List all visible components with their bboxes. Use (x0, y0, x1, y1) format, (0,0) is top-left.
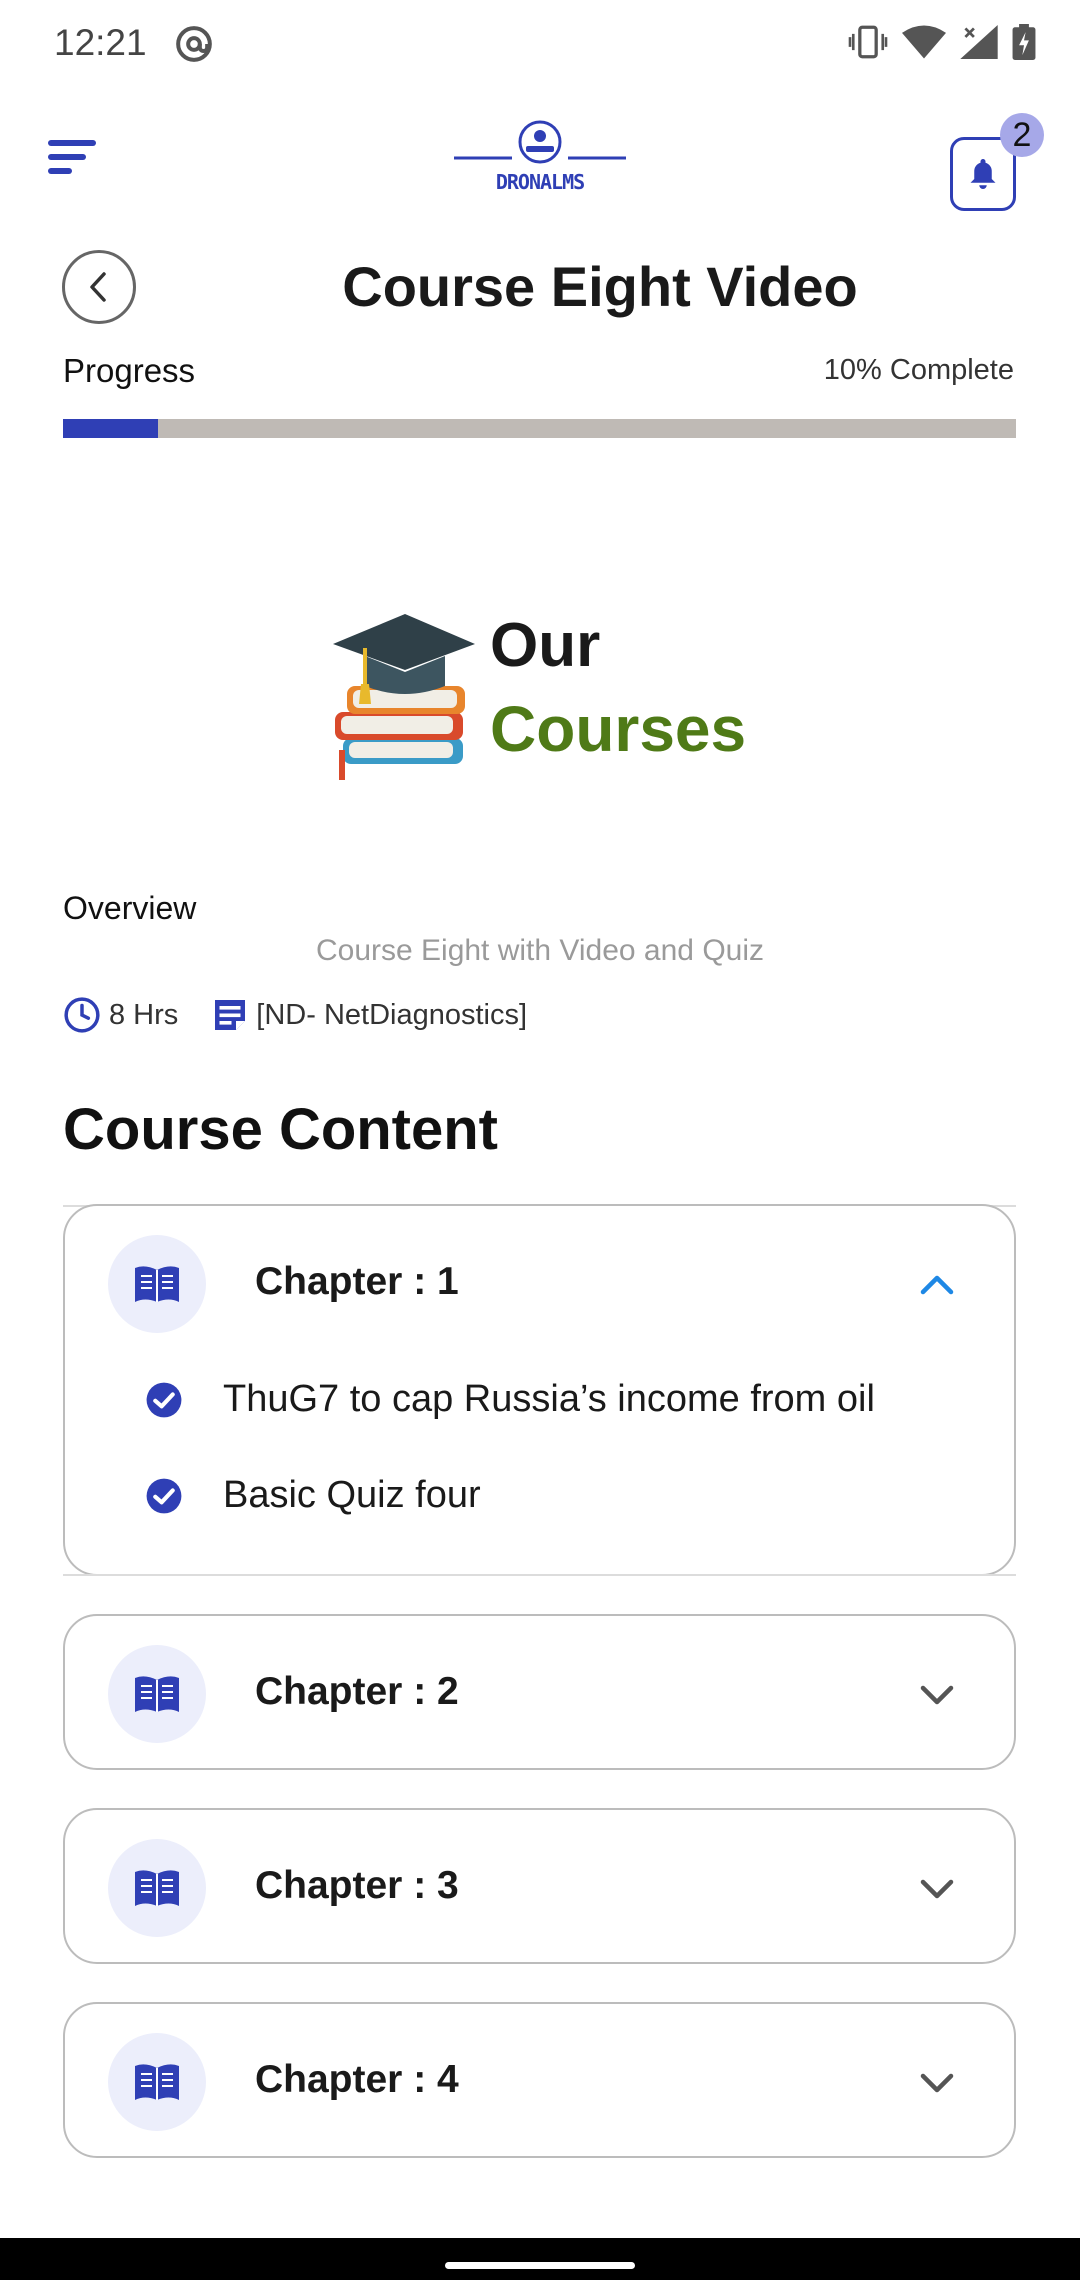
status-bar: 12:21 (0, 0, 1080, 92)
chapter-2-header[interactable]: Chapter : 2 (65, 1616, 1014, 1772)
chevron-down-icon[interactable] (915, 2060, 959, 2104)
progress-percent: 10% Complete (823, 354, 1014, 386)
hero-text-our: Our (490, 611, 601, 680)
overview-label: Overview (63, 890, 197, 926)
chevron-left-icon (90, 272, 106, 302)
chevron-down-icon[interactable] (915, 1866, 959, 1910)
progress-fill (63, 419, 159, 438)
lesson-item[interactable]: ThuG7 to cap Russia’s income from oil (145, 1378, 875, 1421)
system-icons (848, 24, 1036, 60)
wifi-icon (902, 25, 946, 59)
course-meta: 8 Hrs [ND- NetDiagnostics] (63, 996, 527, 1034)
chapter-icon-bg (108, 1235, 206, 1333)
signal-icon (960, 25, 998, 59)
status-time: 12:21 (54, 22, 147, 63)
chapter-3-label: Chapter : 3 (255, 1864, 459, 1907)
chapter-3-header[interactable]: Chapter : 3 (65, 1810, 1014, 1966)
notification-badge: 2 (1000, 113, 1044, 157)
chapter-2-label: Chapter : 2 (255, 1670, 459, 1713)
progress-bar (63, 419, 1016, 438)
logo-text: DRONALMS (495, 170, 585, 194)
check-circle-icon (146, 1382, 182, 1417)
chevron-up-icon[interactable] (915, 1262, 959, 1306)
check-circle-icon (146, 1478, 182, 1513)
progress-label: Progress (63, 352, 196, 389)
clock-icon (64, 997, 100, 1033)
bell-icon (970, 159, 996, 189)
course-content-title: Course Content (63, 1097, 498, 1162)
book-open-icon (135, 1676, 179, 1712)
hero-text-courses: Courses (490, 693, 747, 765)
book-open-icon (135, 1266, 179, 1302)
course-description: Course Eight with Video and Quiz (315, 934, 765, 967)
vibrate-icon (848, 25, 888, 59)
back-button[interactable] (62, 250, 136, 324)
chapter-4-card[interactable]: Chapter : 4 (63, 2002, 1016, 2158)
chapter-4-header[interactable]: Chapter : 4 (65, 2004, 1014, 2160)
page-title: Course Eight Video (342, 255, 858, 318)
lesson-title: ThuG7 to cap Russia’s income from oil (223, 1378, 875, 1420)
graduation-books-icon (333, 614, 475, 780)
book-open-icon (135, 2064, 179, 2100)
chapter-icon-bg (108, 1645, 206, 1743)
app-logo: DRONALMS (450, 118, 630, 198)
category-info: [ND- NetDiagnostics] (212, 997, 527, 1033)
chapter-icon-bg (108, 1839, 206, 1937)
course-hero-image: Our Courses (325, 600, 785, 780)
duration-text: 8 Hrs (109, 998, 179, 1031)
lesson-title: Basic Quiz four (223, 1474, 481, 1516)
lesson-item[interactable]: Basic Quiz four (145, 1474, 481, 1517)
divider (63, 1574, 1016, 1576)
chevron-down-icon[interactable] (915, 1672, 959, 1716)
chapter-1-card: Chapter : 1 ThuG7 to cap Russia’s income… (63, 1204, 1016, 1576)
chapter-1-label: Chapter : 1 (255, 1260, 459, 1303)
battery-charging-icon (1012, 24, 1036, 60)
note-icon (215, 1000, 246, 1030)
duration-info: 8 Hrs (63, 996, 178, 1034)
chapter-icon-bg (108, 2033, 206, 2131)
book-open-icon (135, 1870, 179, 1906)
at-sign-icon (176, 26, 212, 62)
category-text: [ND- NetDiagnostics] (256, 998, 528, 1031)
chapter-4-label: Chapter : 4 (255, 2058, 459, 2101)
menu-icon[interactable] (44, 132, 114, 182)
system-nav-bar (0, 2238, 1080, 2280)
chapter-1-header[interactable]: Chapter : 1 (65, 1206, 1014, 1362)
home-gesture-handle[interactable] (445, 2262, 635, 2269)
chapter-2-card[interactable]: Chapter : 2 (63, 1614, 1016, 1770)
chapter-3-card[interactable]: Chapter : 3 (63, 1808, 1016, 1964)
